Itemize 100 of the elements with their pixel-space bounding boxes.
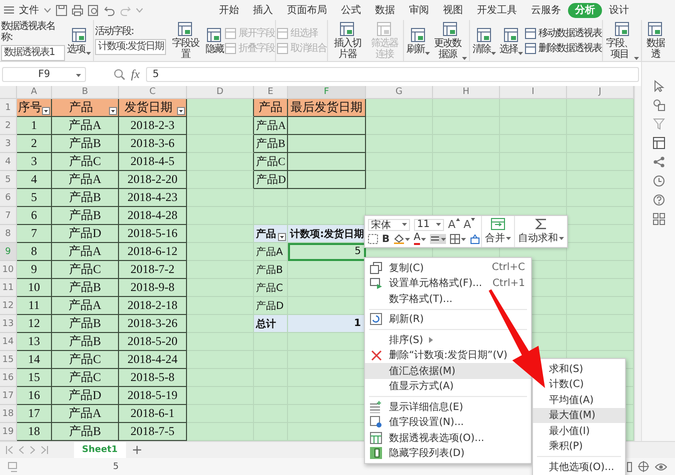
ribbon-tab[interactable]: 设计 [602, 2, 636, 18]
grid-cell[interactable] [187, 135, 254, 153]
row-header[interactable]: 11 [0, 279, 17, 297]
caret-icon[interactable] [421, 238, 426, 240]
row-header[interactable]: 15 [0, 351, 17, 369]
row-header[interactable]: 7 [0, 207, 17, 225]
ribbon-button[interactable]: 隐藏 [204, 26, 224, 54]
caret-icon[interactable] [86, 52, 91, 54]
share-icon[interactable] [652, 156, 664, 168]
column-header[interactable]: C [119, 86, 187, 99]
row-header[interactable]: 1 [0, 99, 17, 117]
menu-item[interactable]: 值汇总依据(M) [365, 363, 531, 378]
column-header[interactable]: E [254, 86, 288, 99]
input-field[interactable]: 数据透视表1 [1, 44, 65, 60]
row-header[interactable]: 17 [0, 387, 17, 405]
align-button[interactable] [430, 234, 446, 244]
shapes-icon[interactable] [652, 99, 664, 111]
row-header[interactable]: 10 [0, 261, 17, 279]
filter-dropdown-icon[interactable] [177, 107, 185, 115]
grid-cell[interactable] [187, 171, 254, 189]
next-sheet-icon[interactable] [30, 446, 35, 454]
menu-item[interactable]: 数字格式(T)... [365, 291, 458, 306]
grid-cell[interactable] [288, 153, 366, 171]
scroll-bar[interactable] [634, 86, 641, 441]
ribbon-tab[interactable]: 页面布局 [280, 2, 334, 18]
caret-icon[interactable] [461, 238, 466, 240]
menu-item[interactable]: 值字段设置(N)... [365, 414, 470, 430]
menu-item[interactable]: 平均值(A) [547, 392, 600, 408]
menu-item[interactable]: 其他选项(O)... [547, 459, 620, 474]
function-label[interactable]: fx [131, 66, 140, 82]
filter-icon[interactable] [652, 118, 664, 130]
row-header[interactable]: 16 [0, 369, 17, 387]
add-sheet-button[interactable]: + [132, 442, 143, 458]
caret-icon[interactable] [76, 74, 81, 76]
column-header[interactable]: D [187, 86, 254, 99]
ribbon-button[interactable]: 删除数据透视表 [525, 42, 602, 54]
page-layout-icon[interactable] [638, 461, 649, 472]
pivot-panel-icon[interactable] [652, 137, 664, 149]
column-header[interactable]: I [500, 86, 567, 99]
sheet-tab[interactable]: Sheet1 [74, 442, 126, 458]
save-icon[interactable] [56, 4, 67, 16]
grid-cell[interactable] [187, 117, 254, 135]
menu-item[interactable]: 值显示方式(A) [365, 378, 460, 394]
ribbon-button[interactable]: 字段、项目 [604, 21, 640, 60]
decrease-font-button[interactable]: A [464, 218, 476, 231]
menu-item[interactable]: 隐藏字段列表(D) [365, 446, 471, 461]
caret-icon[interactable] [436, 223, 441, 226]
grid-cell[interactable] [288, 135, 366, 153]
row-header[interactable]: 6 [0, 189, 17, 207]
first-sheet-icon[interactable] [6, 446, 13, 454]
zoom-icon[interactable] [114, 68, 125, 80]
ribbon-tab[interactable]: 审阅 [402, 2, 436, 18]
column-header[interactable]: G [366, 86, 433, 99]
last-sheet-icon[interactable] [41, 446, 48, 454]
ribbon-button[interactable]: 插入切片器 [329, 21, 366, 60]
ribbon-button[interactable]: 更改数据源 [432, 21, 468, 60]
caret-icon[interactable] [404, 238, 410, 240]
caret-icon[interactable] [462, 57, 468, 60]
autosum-button[interactable]: 自动求和 [514, 216, 567, 247]
ribbon-button[interactable]: 移动数据透视表 [525, 28, 602, 38]
ribbon-button[interactable]: 数据透 [643, 21, 668, 60]
filter-dropdown-icon[interactable] [278, 233, 286, 241]
font-size-select[interactable]: 11 [414, 218, 444, 230]
chevron-icon[interactable] [44, 8, 51, 12]
ribbon-button[interactable]: 选择 [498, 26, 524, 54]
clear-format-icon[interactable] [470, 234, 480, 244]
menu-item[interactable]: 设置单元格格式(F)... Ctrl+1 [365, 276, 531, 291]
menu-item[interactable]: 删除“计数项:发货日期”(V) [365, 348, 514, 363]
filter-dropdown-icon[interactable] [109, 107, 117, 115]
menu-icon[interactable] [4, 6, 14, 14]
ribbon-tab[interactable]: 公式 [334, 2, 368, 18]
menu-item[interactable]: 排序(S) [365, 332, 440, 348]
ribbon-tab[interactable]: 云服务 [524, 2, 568, 18]
menu-item[interactable]: 复制(C) Ctrl+C [365, 260, 531, 276]
column-header[interactable]: A [17, 86, 52, 99]
caret-icon[interactable] [402, 223, 407, 226]
row-header[interactable]: 19 [0, 423, 17, 441]
caret-icon[interactable] [634, 57, 640, 60]
row-header[interactable]: 14 [0, 333, 17, 351]
row-header[interactable]: 2 [0, 117, 17, 135]
row-header[interactable]: 5 [0, 171, 17, 189]
file-menu[interactable]: 文件 [19, 3, 39, 17]
increase-font-button[interactable]: A [448, 218, 460, 231]
menu-item[interactable]: 显示详细信息(E) [365, 399, 470, 414]
caret-icon[interactable] [425, 52, 430, 54]
bold-button[interactable]: B [382, 234, 390, 244]
column-header[interactable]: H [433, 86, 500, 99]
formula-input[interactable]: 5 [146, 66, 639, 82]
caret-icon[interactable] [506, 236, 511, 240]
ribbon-button[interactable]: 清除 [471, 26, 498, 54]
ribbon-tab[interactable]: 视图 [436, 2, 470, 18]
font-color-button[interactable]: A [414, 233, 426, 245]
fill-color-button[interactable] [394, 234, 410, 244]
caret-icon[interactable] [491, 52, 496, 54]
font-select[interactable]: 宋体 [368, 218, 410, 230]
ribbon-tab[interactable]: 开始 [212, 2, 246, 18]
menu-item[interactable]: 数据透视表选项(O)... [365, 430, 490, 446]
caret-icon[interactable] [441, 238, 446, 240]
caret-icon[interactable] [518, 52, 524, 54]
preview-icon[interactable] [88, 4, 99, 16]
